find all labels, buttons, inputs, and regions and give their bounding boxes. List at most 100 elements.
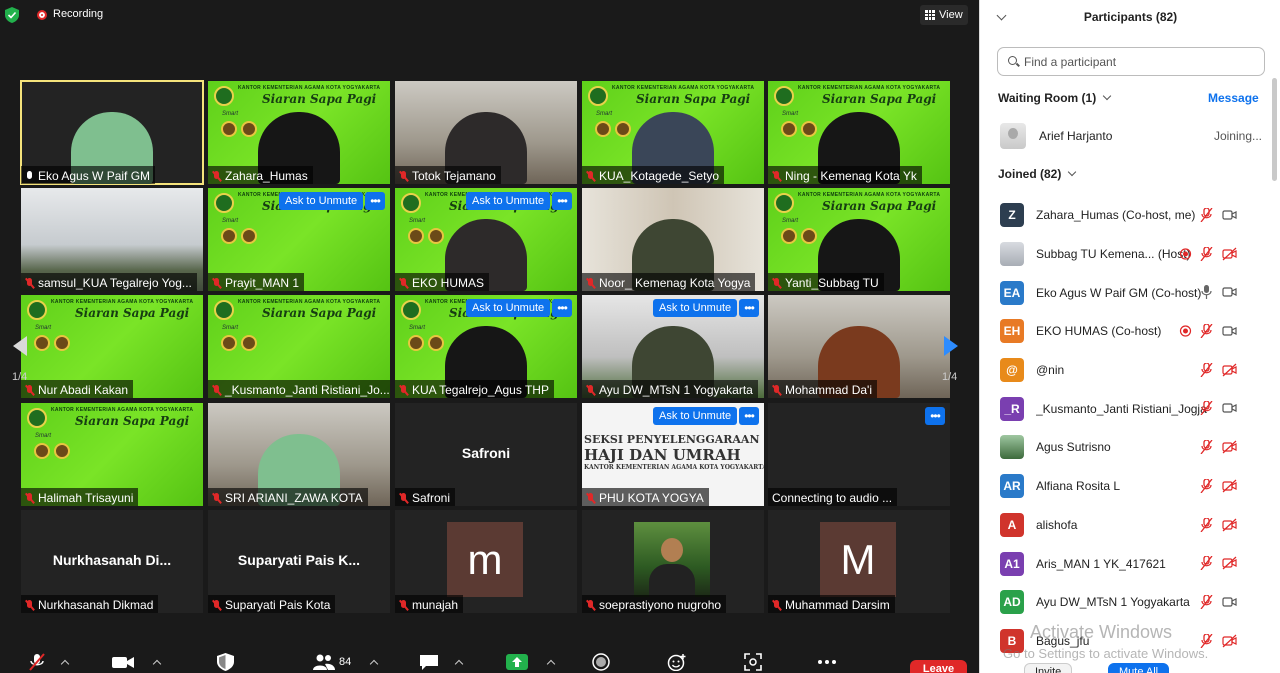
- video-camera-icon[interactable]: [1222, 595, 1237, 609]
- tile-more-button[interactable]: •••: [739, 299, 759, 317]
- video-tile[interactable]: KANTOR KEMENTERIAN AGAMA KOTA YOGYAKARTA…: [395, 295, 577, 398]
- leave-button[interactable]: Leave: [910, 660, 967, 673]
- participant-search[interactable]: [997, 47, 1265, 76]
- ask-to-unmute-button[interactable]: Ask to Unmute: [653, 407, 738, 425]
- tile-more-button[interactable]: •••: [552, 192, 572, 210]
- participant-row[interactable]: Agus Sutrisno: [1000, 428, 1262, 467]
- tile-more-button[interactable]: •••: [365, 192, 385, 210]
- joined-header[interactable]: Joined (82): [998, 167, 1077, 181]
- waiting-participant[interactable]: Arief Harjanto Joining...: [1000, 122, 1262, 150]
- participant-row[interactable]: A1 Aris_MAN 1 YK_417621: [1000, 544, 1262, 583]
- view-button[interactable]: View: [920, 5, 968, 25]
- chat-button[interactable]: [419, 653, 439, 671]
- video-options-caret[interactable]: [152, 653, 162, 671]
- share-screen-button[interactable]: [506, 653, 528, 671]
- participant-row[interactable]: AD Ayu DW_MTsN 1 Yogyakarta: [1000, 583, 1262, 622]
- panel-scrollbar[interactable]: [1272, 78, 1277, 181]
- reactions-button[interactable]: [667, 653, 687, 671]
- record-button[interactable]: [592, 653, 610, 671]
- video-tile[interactable]: Noor_ Kemenag Kota Yogya: [582, 188, 764, 291]
- ask-to-unmute-button[interactable]: Ask to Unmute: [466, 299, 551, 317]
- video-tile[interactable]: KANTOR KEMENTERIAN AGAMA KOTA YOGYAKARTA…: [21, 403, 203, 506]
- video-tile[interactable]: Totok Tejamano: [395, 81, 577, 184]
- mute-all-button[interactable]: Mute All: [1108, 663, 1170, 673]
- next-page-arrow[interactable]: [936, 331, 966, 361]
- waiting-room-header[interactable]: Waiting Room (1): [998, 91, 1112, 105]
- video-off-icon[interactable]: [1222, 247, 1237, 261]
- video-camera-icon[interactable]: [1222, 208, 1237, 222]
- search-input[interactable]: [1024, 54, 1254, 69]
- video-tile[interactable]: KANTOR KEMENTERIAN AGAMA KOTA YOGYAKARTA…: [21, 295, 203, 398]
- participants-button[interactable]: 84: [313, 653, 351, 671]
- video-off-icon[interactable]: [1222, 363, 1237, 377]
- apps-button[interactable]: [744, 653, 762, 671]
- share-options-caret[interactable]: [546, 653, 556, 671]
- video-tile[interactable]: KANTOR KEMENTERIAN AGAMA KOTA YOGYAKARTA…: [208, 81, 390, 184]
- ask-to-unmute-button[interactable]: Ask to Unmute: [279, 192, 364, 210]
- video-camera-icon[interactable]: [1222, 285, 1237, 299]
- video-tile[interactable]: m munajah: [395, 510, 577, 613]
- video-tile[interactable]: Ask to Unmute ••• Ayu DW_MTsN 1 Yogyakarta: [582, 295, 764, 398]
- video-camera-icon[interactable]: [1222, 401, 1237, 415]
- participant-row[interactable]: AR Alfiana Rosita L: [1000, 467, 1262, 506]
- video-tile[interactable]: KANTOR KEMENTERIAN AGAMA KOTA YOGYAKARTA…: [208, 188, 390, 291]
- audio-options-caret[interactable]: [60, 653, 70, 671]
- video-tile[interactable]: KANTOR KEMENTERIAN AGAMA KOTA YOGYAKARTA…: [768, 188, 950, 291]
- video-tile[interactable]: Safroni Safroni: [395, 403, 577, 506]
- mic-muted-icon[interactable]: [1199, 594, 1214, 610]
- video-tile[interactable]: SRI ARIANI_ZAWA KOTA: [208, 403, 390, 506]
- mic-muted-icon[interactable]: [1199, 362, 1214, 378]
- tile-more-button[interactable]: •••: [925, 407, 945, 425]
- mic-muted-icon[interactable]: [1199, 207, 1214, 223]
- participant-row[interactable]: Subbag TU Kemena... (Host): [1000, 235, 1262, 274]
- recording-label[interactable]: Recording: [53, 8, 103, 20]
- security-button[interactable]: [217, 653, 234, 671]
- participant-row[interactable]: EA Eko Agus W Paif GM (Co-host): [1000, 273, 1262, 312]
- video-tile[interactable]: Mohammad Da'i: [768, 295, 950, 398]
- video-tile[interactable]: samsul_KUA Tegalrejo Yog...: [21, 188, 203, 291]
- video-tile[interactable]: ••• Connecting to audio ...: [768, 403, 950, 506]
- previous-page-arrow[interactable]: [5, 331, 35, 361]
- mic-icon[interactable]: [1199, 285, 1214, 300]
- tile-more-button[interactable]: •••: [552, 299, 572, 317]
- video-tile[interactable]: soeprastiyono nugroho: [582, 510, 764, 613]
- mic-muted-icon[interactable]: [1199, 246, 1214, 262]
- video-tile[interactable]: Eko Agus W Paif GM: [20, 80, 204, 185]
- mic-muted-icon[interactable]: [1199, 478, 1214, 494]
- mic-muted-icon[interactable]: [1199, 555, 1214, 571]
- mute-button[interactable]: [28, 653, 46, 671]
- video-tile[interactable]: KANTOR KEMENTERIAN AGAMA KOTA YOGYAKARTA…: [768, 81, 950, 184]
- chat-options-caret[interactable]: [454, 653, 464, 671]
- video-tile[interactable]: KANTOR KEMENTERIAN AGAMA KOTA YOGYAKARTA…: [208, 295, 390, 398]
- participant-row[interactable]: Z Zahara_Humas (Co-host, me): [1000, 196, 1262, 235]
- video-button[interactable]: [111, 653, 135, 671]
- mic-muted-icon[interactable]: [1199, 323, 1214, 339]
- participant-row[interactable]: EH EKO HUMAS (Co-host): [1000, 312, 1262, 351]
- mic-muted-icon[interactable]: [1199, 400, 1214, 416]
- video-camera-icon[interactable]: [1222, 324, 1237, 338]
- participants-options-caret[interactable]: [369, 653, 379, 671]
- message-button[interactable]: Message: [1208, 91, 1259, 105]
- video-tile[interactable]: M Muhammad Darsim: [768, 510, 950, 613]
- participant-row[interactable]: _R _Kusmanto_Janti Ristiani_Jogja: [1000, 389, 1262, 428]
- tile-more-button[interactable]: •••: [739, 407, 759, 425]
- invite-button[interactable]: Invite: [1024, 663, 1073, 673]
- encryption-shield-icon[interactable]: [5, 7, 19, 23]
- more-button[interactable]: [817, 653, 837, 671]
- video-tile[interactable]: SEKSI PENYELENGGARAAN HAJI DAN UMRAH KANTO…: [582, 403, 764, 506]
- mic-muted-icon[interactable]: [1199, 516, 1214, 532]
- mic-muted-icon[interactable]: [1199, 439, 1214, 455]
- video-off-icon[interactable]: [1222, 440, 1237, 454]
- video-tile[interactable]: KANTOR KEMENTERIAN AGAMA KOTA YOGYAKARTA…: [395, 188, 577, 291]
- ask-to-unmute-button[interactable]: Ask to Unmute: [653, 299, 738, 317]
- video-tile[interactable]: Nurkhasanah Di... Nurkhasanah Dikmad: [21, 510, 203, 613]
- video-off-icon[interactable]: [1222, 479, 1237, 493]
- participant-row[interactable]: @ @nin: [1000, 351, 1262, 390]
- video-off-icon[interactable]: [1222, 634, 1237, 648]
- video-tile[interactable]: Suparyati Pais K... Suparyati Pais Kota: [208, 510, 390, 613]
- video-off-icon[interactable]: [1222, 556, 1237, 570]
- video-tile[interactable]: KANTOR KEMENTERIAN AGAMA KOTA YOGYAKARTA…: [582, 81, 764, 184]
- video-off-icon[interactable]: [1222, 518, 1237, 532]
- participant-row[interactable]: Aalishofa: [1000, 506, 1262, 545]
- ask-to-unmute-button[interactable]: Ask to Unmute: [466, 192, 551, 210]
